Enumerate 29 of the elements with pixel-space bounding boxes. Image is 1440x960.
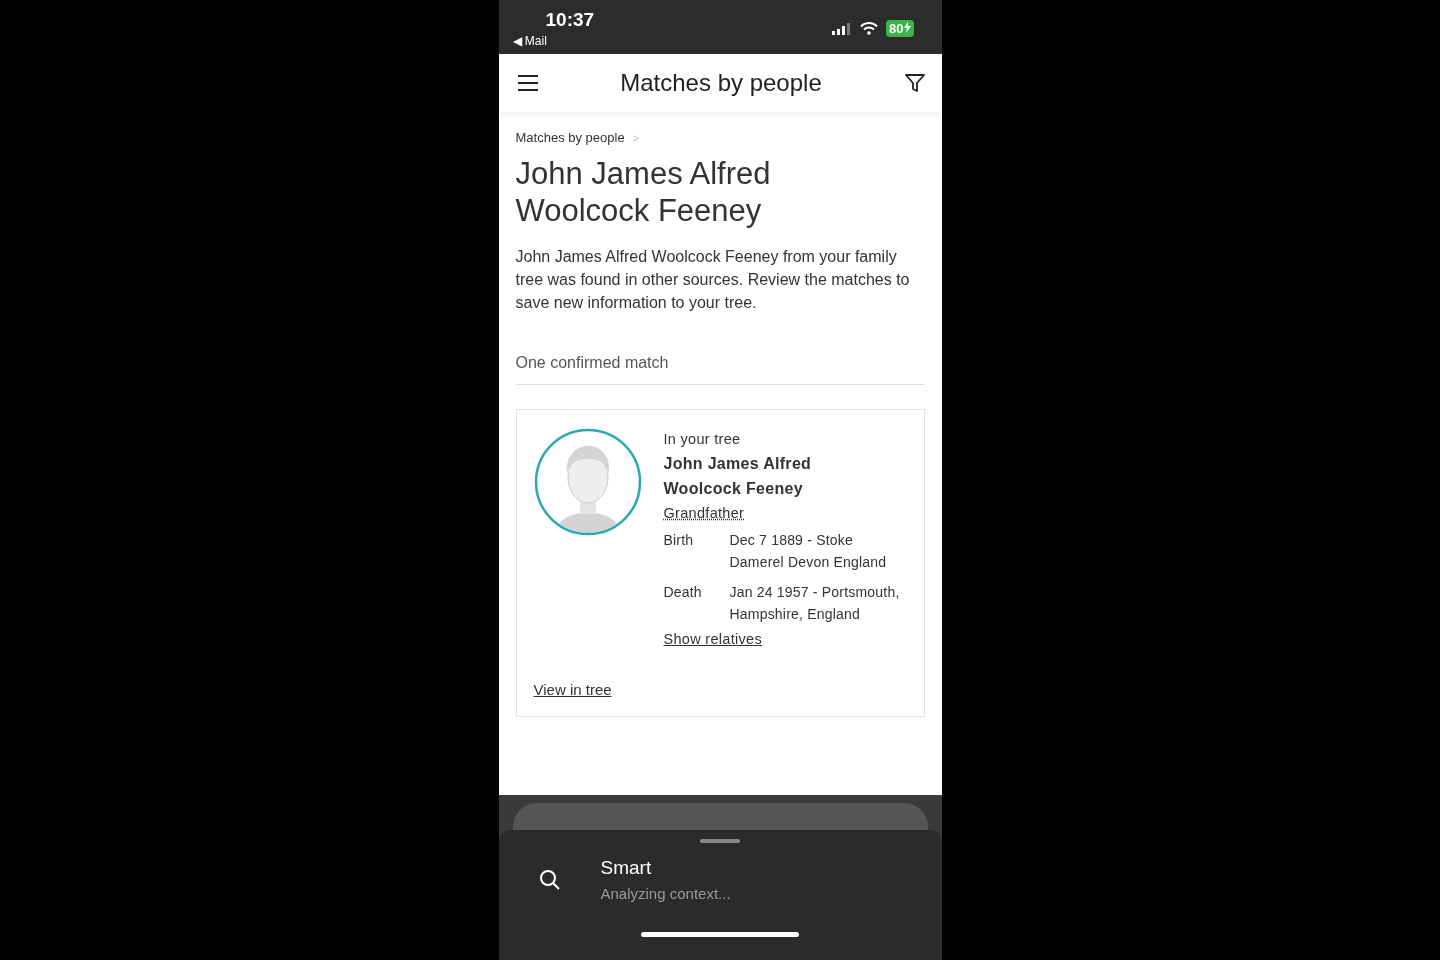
charging-icon <box>903 22 911 33</box>
match-name: John James Alfred <box>663 454 813 474</box>
fact-label: Birth <box>663 531 695 550</box>
source-label: In your tree <box>663 431 742 447</box>
fact-value: Dec 7 1889 - Stoke Damerel Devon England <box>729 531 888 572</box>
person-name: John James Alfred Woolcock Feeney <box>515 155 772 229</box>
wifi-icon <box>860 22 879 35</box>
section-title: One confirmed match <box>515 354 925 385</box>
avatar-icon <box>533 428 642 536</box>
fact-value: Jan 24 1957 - Portsmouth, Hampshire, England <box>729 583 901 624</box>
sheet-subtitle: Analyzing context... <box>600 885 731 902</box>
view-in-tree-link[interactable]: View in tree <box>533 681 907 698</box>
back-link[interactable]: ◀ Mail <box>512 34 547 48</box>
breadcrumb-link[interactable]: Matches by people <box>515 130 625 145</box>
menu-icon[interactable] <box>516 74 539 92</box>
filter-icon[interactable] <box>903 72 926 94</box>
drag-handle[interactable] <box>700 839 740 843</box>
battery-level: 80 <box>886 20 914 37</box>
signal-icon <box>832 22 853 35</box>
sheet-title: Smart <box>600 857 653 879</box>
relation-link[interactable]: Grandfather <box>663 505 906 521</box>
show-relatives-link[interactable]: Show relatives <box>663 631 906 647</box>
search-icon <box>538 868 561 891</box>
clock-time: 10:37 <box>545 9 595 31</box>
breadcrumb-separator: > <box>632 131 640 144</box>
page-title: Matches by people <box>620 69 822 97</box>
description-text: John James Alfred Woolcock Feeney from your family tree was found in other sources. Review the matches to save new information to your tree. <box>515 247 911 313</box>
match-name: Woolcock Feeney <box>663 479 804 499</box>
fact-label: Death <box>663 583 703 602</box>
